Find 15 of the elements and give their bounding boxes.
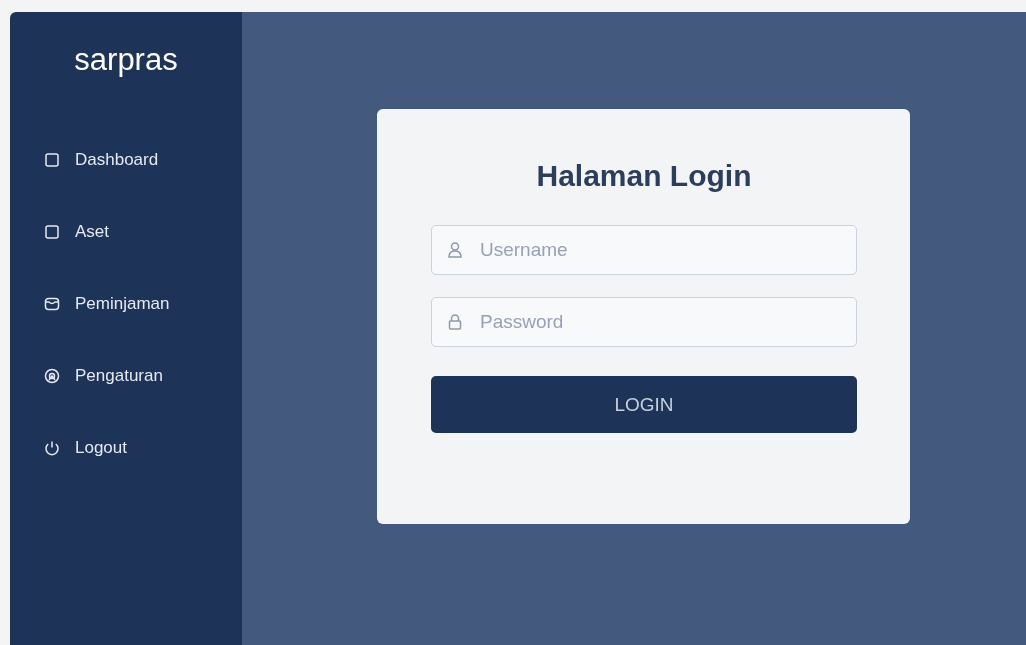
username-field[interactable]: Username bbox=[431, 225, 857, 275]
sidebar-item[interactable]: Dashboard bbox=[10, 124, 242, 196]
sidebar-item[interactable]: Aset bbox=[10, 196, 242, 268]
sidebar-item[interactable]: Peminjaman bbox=[10, 268, 242, 340]
tray-icon bbox=[43, 295, 61, 313]
square-icon bbox=[43, 151, 61, 169]
sidebar-item[interactable]: Logout bbox=[10, 412, 242, 484]
app-logo: sarpras bbox=[74, 42, 178, 78]
square-icon bbox=[43, 223, 61, 241]
password-field[interactable]: Password bbox=[431, 297, 857, 347]
power-icon bbox=[43, 439, 61, 457]
login-title: Halaman Login bbox=[536, 159, 752, 193]
user-icon bbox=[445, 240, 465, 260]
login-button[interactable]: LOGIN bbox=[431, 376, 857, 433]
sidebar-item[interactable]: Pengaturan bbox=[10, 340, 242, 412]
